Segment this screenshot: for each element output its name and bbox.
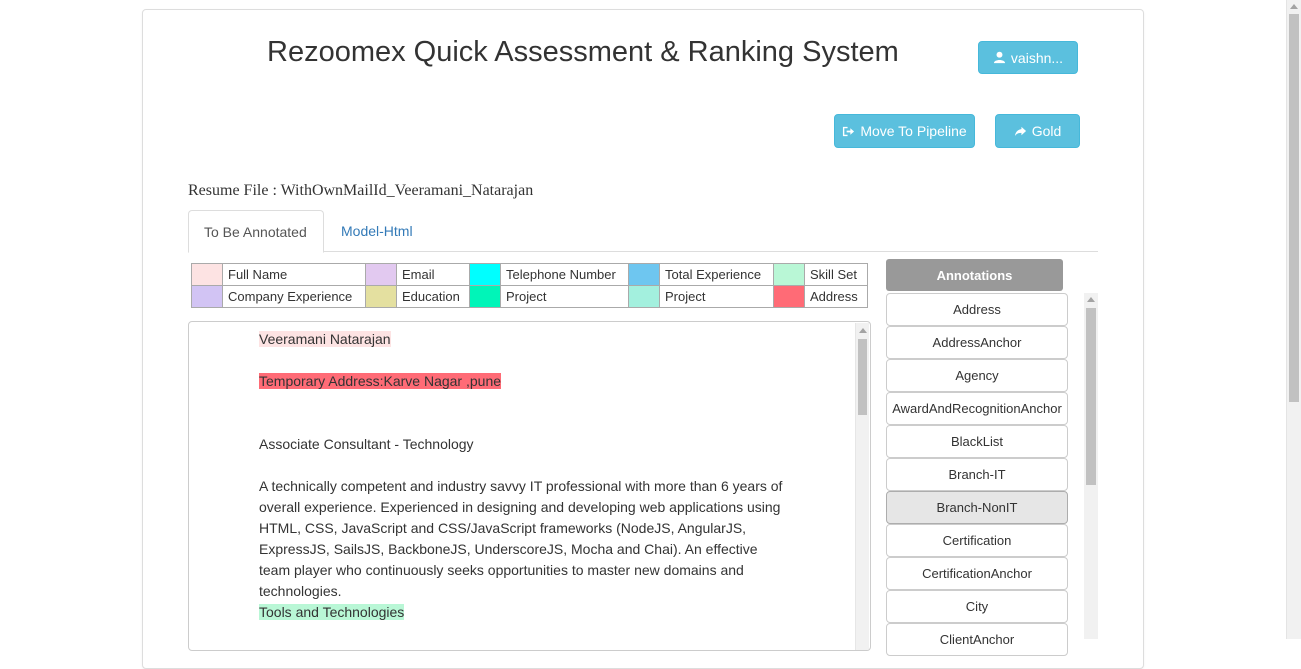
legend-swatch-skill-set: [773, 263, 805, 286]
scroll-up-arrow-icon[interactable]: [859, 328, 867, 333]
resume-filename: WithOwnMailId_Veeramani_Natarajan: [280, 182, 534, 199]
page-title: Rezoomex Quick Assessment & Ranking Syst…: [267, 36, 899, 68]
annotation-item-certification[interactable]: Certification: [886, 524, 1068, 557]
tab-bar: To Be Annotated Model-Html: [188, 210, 1098, 253]
legend-swatch-project-alt: [628, 285, 660, 308]
resume-file-label: Resume File :: [188, 182, 281, 199]
tab-to-be-annotated[interactable]: To Be Annotated: [188, 210, 324, 253]
annotation-item-client-anchor[interactable]: ClientAnchor: [886, 623, 1068, 656]
resume-file-line: Resume File : WithOwnMailId_Veeramani_Na…: [188, 180, 533, 200]
legend-row: Full Name Email Telephone Number Total E…: [191, 263, 868, 286]
legend-swatch-total-experience: [628, 263, 660, 286]
move-to-pipeline-label: Move To Pipeline: [860, 123, 967, 139]
legend-swatch-telephone: [469, 263, 501, 286]
legend-swatch-company-experience: [191, 285, 223, 308]
highlight-address[interactable]: Temporary Address:Karve Nagar ,pune: [259, 373, 502, 389]
content-scrollbar[interactable]: [855, 323, 869, 650]
legend-swatch-education: [365, 285, 397, 308]
gold-label: Gold: [1031, 123, 1062, 139]
legend-swatch-address: [773, 285, 805, 308]
annotation-item-certification-anchor[interactable]: CertificationAnchor: [886, 557, 1068, 590]
user-name: vaishn...: [1010, 49, 1064, 66]
highlight-skill-set[interactable]: Tools and Technologies: [259, 604, 405, 620]
annotations-header: Annotations: [886, 259, 1063, 291]
annotation-item-address[interactable]: Address: [886, 293, 1068, 326]
gold-button[interactable]: Gold: [995, 114, 1080, 148]
legend-label-total-experience: Total Experience: [659, 263, 774, 286]
resume-text[interactable]: Veeramani Natarajan Temporary Address:Ka…: [259, 329, 794, 623]
legend-label-telephone: Telephone Number: [500, 263, 629, 286]
annotation-item-address-anchor[interactable]: AddressAnchor: [886, 326, 1068, 359]
sign-out-icon: [843, 126, 855, 136]
content-scrollbar-thumb[interactable]: [858, 339, 867, 415]
legend-label-skill-set: Skill Set: [804, 263, 868, 286]
move-to-pipeline-button[interactable]: Move To Pipeline: [834, 114, 975, 148]
annotations-scrollbar-thumb[interactable]: [1086, 308, 1096, 485]
legend-label-project: Project: [500, 285, 629, 308]
annotation-item-city[interactable]: City: [886, 590, 1068, 623]
legend-label-company-experience: Company Experience: [222, 285, 366, 308]
legend-label-address: Address: [804, 285, 868, 308]
annotation-item-award-anchor[interactable]: AwardAndRecognitionAnchor: [886, 392, 1068, 425]
resume-content-panel[interactable]: Veeramani Natarajan Temporary Address:Ka…: [188, 321, 871, 651]
user-menu-button[interactable]: vaishn...: [978, 41, 1078, 74]
legend-label-email: Email: [396, 263, 470, 286]
annotation-item-branch-it[interactable]: Branch-IT: [886, 458, 1068, 491]
resume-summary: A technically competent and industry sav…: [259, 478, 783, 599]
annotation-item-branch-nonit[interactable]: Branch-NonIT: [886, 491, 1068, 524]
page-scrollbar[interactable]: [1286, 0, 1301, 639]
legend-swatch-email: [365, 263, 397, 286]
user-icon: [993, 51, 1005, 64]
resume-role: Associate Consultant - Technology: [259, 436, 474, 452]
legend-label-education: Education: [396, 285, 470, 308]
legend-row: Company Experience Education Project Pro…: [191, 285, 868, 308]
highlight-full-name[interactable]: Veeramani Natarajan: [259, 331, 391, 347]
legend-swatch-full-name: [191, 263, 223, 286]
share-arrow-icon: [1014, 126, 1026, 136]
scroll-up-arrow-icon[interactable]: [1087, 297, 1095, 302]
annotations-scrollbar[interactable]: [1084, 293, 1098, 639]
page-scrollbar-thumb[interactable]: [1289, 14, 1299, 402]
scroll-up-arrow-icon[interactable]: [1290, 4, 1298, 9]
annotation-legend: Full Name Email Telephone Number Total E…: [191, 263, 868, 308]
tab-model-html[interactable]: Model-Html: [326, 210, 428, 252]
annotation-item-blacklist[interactable]: BlackList: [886, 425, 1068, 458]
legend-swatch-project: [469, 285, 501, 308]
annotation-item-agency[interactable]: Agency: [886, 359, 1068, 392]
legend-label-project-alt: Project: [659, 285, 774, 308]
legend-label-full-name: Full Name: [222, 263, 366, 286]
